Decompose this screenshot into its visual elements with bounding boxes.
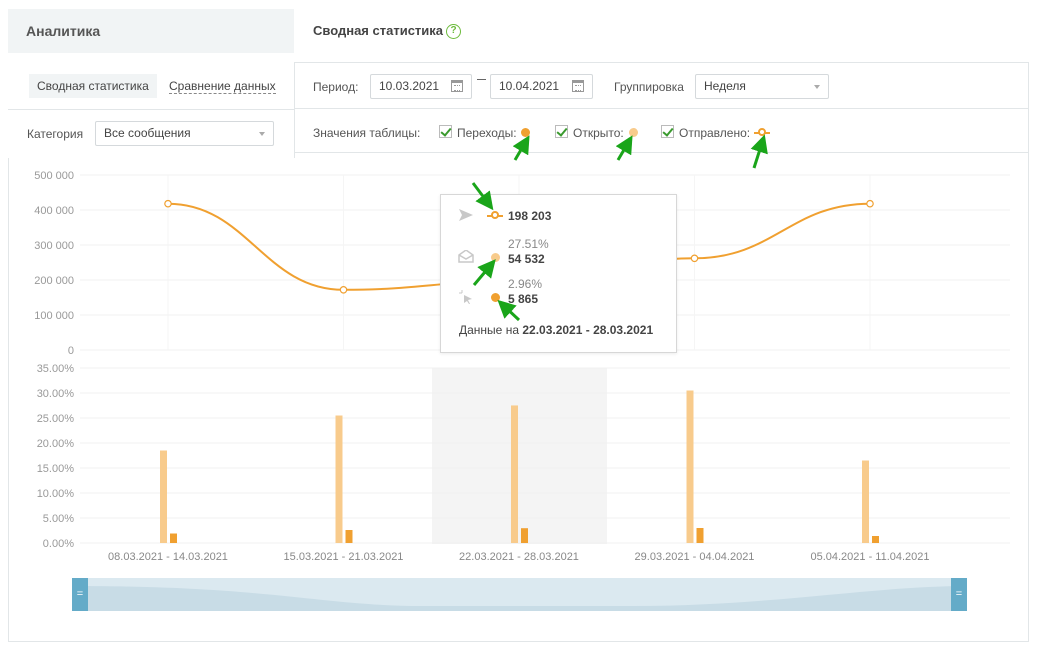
y-tick-label: 20.00% bbox=[37, 438, 75, 450]
open-bar bbox=[511, 405, 518, 543]
sent-point bbox=[690, 254, 699, 263]
sent-marker bbox=[487, 211, 503, 220]
click-bar bbox=[170, 533, 177, 543]
click-bar bbox=[696, 528, 704, 543]
envelope-open-icon bbox=[458, 250, 474, 263]
x-tick-label: 05.04.2021 - 11.04.2021 bbox=[810, 551, 929, 563]
x-tick-label: 08.03.2021 - 14.03.2021 bbox=[108, 551, 228, 563]
y-tick-label: 400 000 bbox=[34, 205, 74, 217]
chart-tooltip: 198 203 27.51% 54 532 2.96% 5 865 Данные… bbox=[440, 194, 677, 353]
x-tick-label: 29.03.2021 - 04.04.2021 bbox=[635, 551, 755, 563]
clicks-marker bbox=[491, 293, 500, 302]
navigator-preview bbox=[72, 586, 967, 611]
y-tick-label: 0 bbox=[68, 345, 74, 357]
open-bar bbox=[862, 460, 869, 543]
range-navigator[interactable] bbox=[72, 578, 967, 611]
sent-point bbox=[866, 199, 874, 208]
x-tick-label: 15.03.2021 - 21.03.2021 bbox=[284, 551, 404, 563]
y-tick-label: 0.00% bbox=[43, 538, 74, 550]
cursor-click-icon bbox=[459, 290, 472, 304]
clicks-percent: 2.96% bbox=[508, 277, 543, 291]
opened-percent: 27.51% bbox=[508, 237, 549, 251]
open-bar bbox=[686, 390, 694, 543]
y-tick-label: 500 000 bbox=[34, 170, 74, 182]
y-tick-label: 300 000 bbox=[34, 240, 74, 252]
opened-marker bbox=[491, 253, 500, 262]
sent-point bbox=[164, 199, 172, 208]
y-tick-label: 25.00% bbox=[37, 413, 75, 425]
opened-value: 54 532 bbox=[508, 252, 545, 266]
click-bar bbox=[345, 530, 353, 543]
open-bar bbox=[335, 415, 343, 543]
click-bar bbox=[872, 536, 879, 543]
sent-value: 198 203 bbox=[508, 209, 552, 223]
clicks-value: 5 865 bbox=[508, 292, 539, 306]
x-tick-label: 22.03.2021 - 28.03.2021 bbox=[459, 551, 579, 563]
y-tick-label: 5.00% bbox=[43, 513, 74, 525]
y-tick-label: 15.00% bbox=[37, 463, 75, 475]
tooltip-footer: Данные на 22.03.2021 - 28.03.2021 bbox=[459, 323, 653, 337]
bar-chart: 0.00% 5.00% 10.00% 15.00% 20.00% 25.00% 30.00%… bbox=[37, 363, 1010, 563]
navigator-right-handle[interactable]: = bbox=[951, 578, 967, 611]
footer-range: 22.03.2021 - 28.03.2021 bbox=[522, 323, 654, 337]
open-bar bbox=[160, 450, 167, 543]
y-tick-label: 35.00% bbox=[37, 363, 75, 375]
y-tick-label: 30.00% bbox=[37, 388, 75, 400]
footer-prefix: Данные на bbox=[459, 323, 519, 337]
send-icon bbox=[459, 209, 473, 221]
y-tick-label: 100 000 bbox=[34, 310, 74, 322]
y-tick-label: 200 000 bbox=[34, 275, 74, 287]
click-bar bbox=[521, 528, 528, 543]
y-tick-label: 10.00% bbox=[37, 488, 75, 500]
navigator-left-handle[interactable]: = bbox=[72, 578, 88, 611]
sent-point bbox=[339, 285, 348, 294]
